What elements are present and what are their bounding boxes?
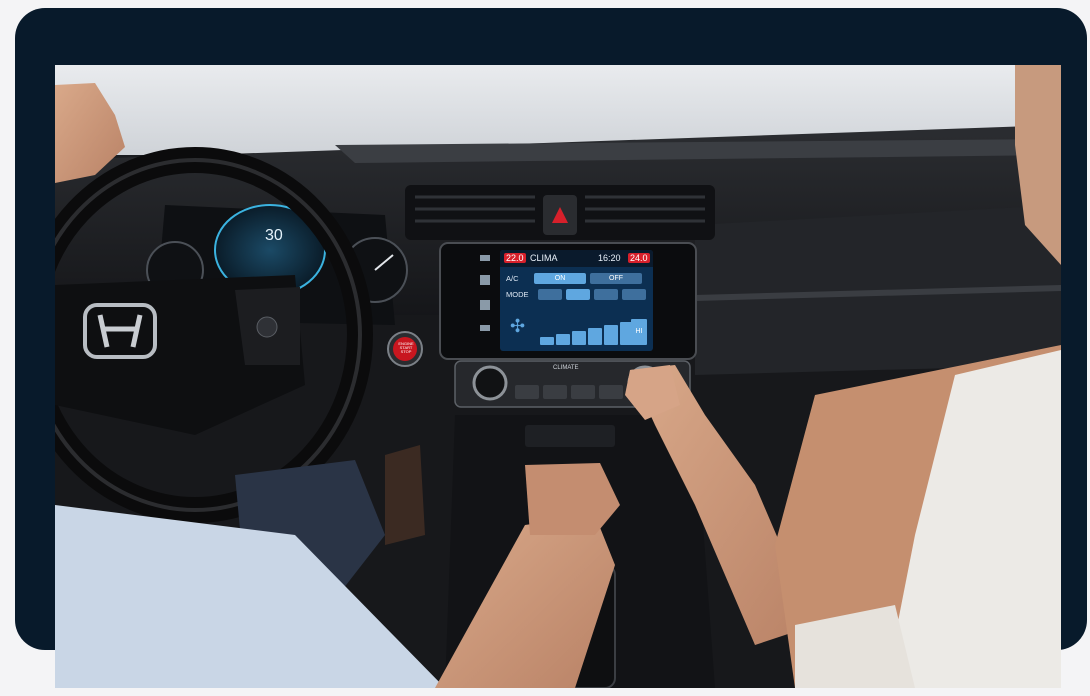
fan-step[interactable] xyxy=(604,325,618,345)
fan-step[interactable] xyxy=(556,334,570,345)
left-temp-badge: 22.0 xyxy=(504,253,526,263)
infotainment-screen: 22.0 CLIMA 16:20 24.0 A/C ON OFF MODE ✣ … xyxy=(500,250,653,351)
engine-start-label: ENGINE START STOP xyxy=(398,341,414,354)
ac-label: A/C xyxy=(506,274,519,283)
mode-feet-button[interactable] xyxy=(594,289,618,300)
fan-hi-button[interactable]: HI xyxy=(631,319,647,345)
fan-step[interactable] xyxy=(572,331,586,345)
mode-row: MODE xyxy=(506,288,646,301)
svg-text:30: 30 xyxy=(265,227,283,244)
fan-step[interactable] xyxy=(588,328,602,345)
mode-face-button[interactable] xyxy=(538,289,562,300)
ac-row: A/C ON OFF xyxy=(506,272,646,285)
ac-off-button[interactable]: OFF xyxy=(590,273,642,284)
mode-label: MODE xyxy=(506,290,529,299)
screen-header: 22.0 CLIMA 16:20 24.0 xyxy=(500,250,653,267)
mode-defrost-button[interactable] xyxy=(622,289,646,300)
climate-label: CLIMATE xyxy=(553,365,579,371)
clock: 16:20 xyxy=(598,253,621,263)
screen-title: CLIMA xyxy=(530,253,558,263)
mode-face-feet-button[interactable] xyxy=(566,289,590,300)
fan-icon: ✣ xyxy=(510,316,526,336)
fan-step[interactable] xyxy=(540,337,554,345)
photo-illustration: P R N D 30 xyxy=(55,65,1061,688)
right-temp-badge: 24.0 xyxy=(628,253,650,263)
ac-on-button[interactable]: ON xyxy=(534,273,586,284)
car-interior-photo: P R N D 30 xyxy=(55,65,1061,688)
